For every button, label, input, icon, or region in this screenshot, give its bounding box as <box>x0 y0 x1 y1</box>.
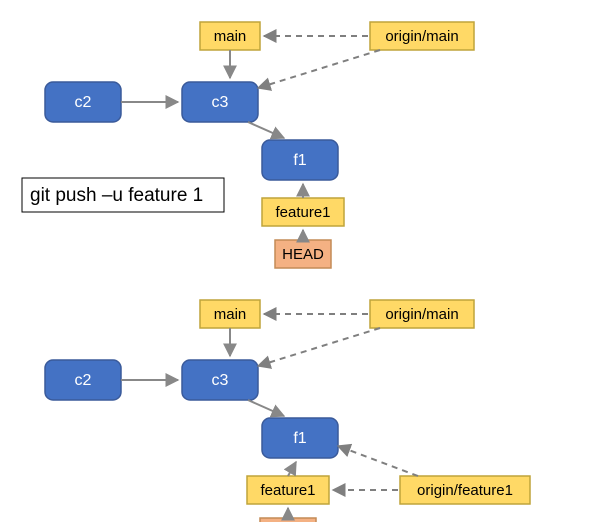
arrow-origin-main-c3 <box>258 328 380 366</box>
arrow-c3-f1 <box>248 122 284 138</box>
commit-f1-label: f1 <box>293 430 306 447</box>
branch-feature1-label: feature1 <box>275 204 330 221</box>
remote-origin-main-label: origin/main <box>385 306 458 323</box>
remote-origin-main-label: origin/main <box>385 28 458 45</box>
branch-main-label: main <box>214 28 247 45</box>
diagram-before: main origin/main c2 c3 f1 feature1 HEAD … <box>22 22 474 268</box>
git-diagram: main origin/main c2 c3 f1 feature1 HEAD … <box>0 0 600 522</box>
branch-main-label: main <box>214 306 247 323</box>
commit-c3-label: c3 <box>212 372 229 389</box>
arrow-origin-main-c3 <box>258 50 380 88</box>
branch-feature1-label: feature1 <box>260 482 315 499</box>
commit-c2-label: c2 <box>75 94 92 111</box>
remote-origin-feature1-label: origin/feature1 <box>417 482 513 499</box>
head-ref-label: HEAD <box>282 246 324 263</box>
arrow-origin-feature1-f1 <box>338 446 418 476</box>
arrow-feature1-f1 <box>288 462 296 476</box>
arrow-c3-f1 <box>248 400 284 416</box>
commit-c2-label: c2 <box>75 372 92 389</box>
commit-f1-label: f1 <box>293 152 306 169</box>
head-ref <box>260 518 316 522</box>
command-text: git push –u feature 1 <box>30 185 203 206</box>
commit-c3-label: c3 <box>212 94 229 111</box>
diagram-after: main origin/main c2 c3 f1 feature1 HEAD … <box>45 300 530 522</box>
